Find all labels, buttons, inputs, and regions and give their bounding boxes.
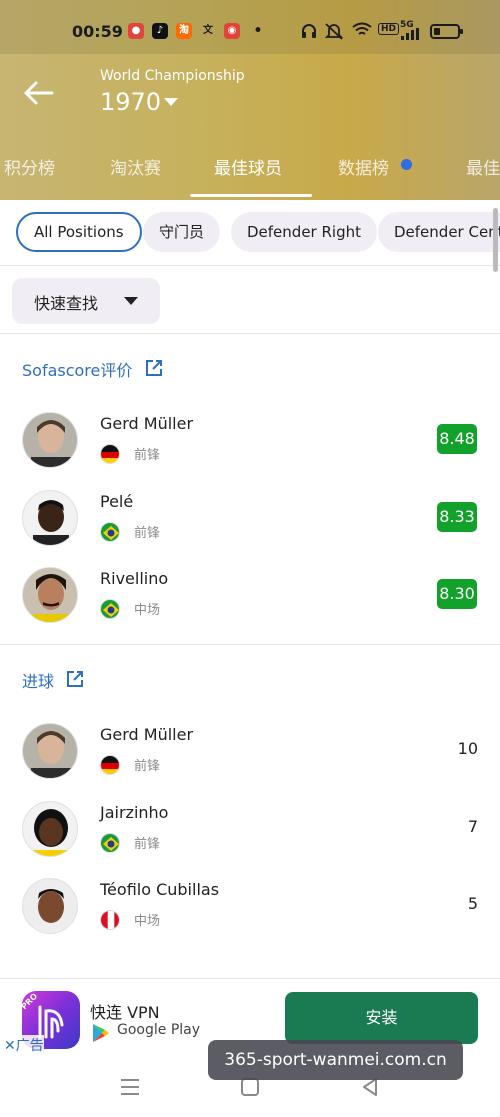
tab-knockout[interactable]: 淘汰赛 — [110, 154, 161, 179]
tab-standings[interactable]: 积分榜 — [4, 154, 55, 179]
taobao-icon: 淘 — [176, 23, 192, 39]
divider — [0, 333, 500, 334]
player-name: Pelé — [100, 492, 134, 511]
player-position: 前锋 — [134, 759, 161, 774]
player-row[interactable]: Téofilo Cubillas 中场 5 — [0, 878, 500, 956]
chip-defender-right[interactable]: Defender Right — [231, 212, 377, 252]
competition-name: World Championship — [100, 68, 245, 84]
headphones-icon — [302, 24, 316, 38]
wifi-icon — [352, 22, 372, 35]
tab-bar: 积分榜 淘汰赛 最佳球员 数据榜 最佳 — [0, 150, 500, 197]
player-position: 中场 — [134, 603, 161, 618]
back-arrow-icon[interactable] — [22, 78, 56, 108]
chip-defender-center[interactable]: Defender Center — [378, 212, 500, 252]
germany-flag-icon — [100, 755, 120, 775]
new-indicator-dot — [401, 159, 412, 170]
position-filter-bar: All Positions 守门员 Defender Right Defende… — [0, 200, 500, 266]
quick-find-label: 快速查找 — [34, 294, 99, 313]
player-name: Téofilo Cubillas — [100, 880, 220, 899]
player-avatar — [22, 567, 78, 623]
rating-badge: 8.48 — [437, 424, 477, 454]
player-avatar — [22, 490, 78, 546]
install-button[interactable]: 安装 — [285, 992, 478, 1044]
tab-stats[interactable]: 数据榜 — [338, 154, 389, 179]
mute-icon — [324, 23, 344, 40]
goal-count: 5 — [467, 894, 478, 913]
tab-best-team[interactable]: 最佳 — [466, 154, 500, 179]
peru-flag-icon — [100, 910, 120, 930]
player-position: 前锋 — [134, 526, 161, 541]
external-link-icon[interactable] — [145, 359, 163, 377]
player-position: 前锋 — [134, 448, 161, 463]
more-notifications-icon: • — [253, 23, 263, 39]
chevron-down-icon — [124, 297, 138, 305]
watermark: 365-sport-wanmei.com.cn — [208, 1040, 463, 1080]
player-row[interactable]: Pelé 前锋 8.33 — [0, 490, 500, 568]
rating-badge: 8.30 — [437, 579, 477, 609]
player-position: 中场 — [134, 914, 161, 929]
season-selector[interactable]: 1970 — [100, 88, 161, 116]
player-row[interactable]: Jairzinho 前锋 7 — [0, 801, 500, 879]
player-avatar — [22, 801, 78, 857]
germany-flag-icon — [100, 444, 120, 464]
brazil-flag-icon — [100, 599, 120, 619]
divider — [0, 644, 500, 645]
ad-label[interactable]: ✕广告 — [4, 1035, 44, 1055]
player-row[interactable]: Gerd Müller 前锋 10 — [0, 723, 500, 801]
brazil-flag-icon — [100, 522, 120, 542]
active-tab-indicator — [190, 194, 312, 197]
tiktok-icon: ♪ — [152, 23, 168, 39]
brazil-flag-icon — [100, 833, 120, 853]
chip-all-positions[interactable]: All Positions — [16, 212, 142, 252]
status-bar: 00:59 ● ♪ 淘 文 ◉ • HD 5G — [0, 0, 500, 54]
player-name: Gerd Müller — [100, 725, 194, 744]
tab-top-players[interactable]: 最佳球员 — [214, 154, 282, 179]
menu-icon[interactable] — [119, 1076, 141, 1098]
player-avatar — [22, 878, 78, 934]
close-icon[interactable]: ✕ — [4, 1038, 16, 1054]
section-title-goals[interactable]: 进球 — [22, 668, 54, 692]
notification-app-icon: ● — [128, 23, 144, 39]
scrollbar[interactable] — [493, 208, 498, 272]
player-position: 前锋 — [134, 837, 161, 852]
external-link-icon[interactable] — [66, 670, 84, 688]
quick-find-dropdown[interactable]: 快速查找 — [12, 278, 160, 324]
map-app-icon: ◉ — [224, 23, 240, 39]
player-avatar — [22, 723, 78, 779]
section-title-rating[interactable]: Sofascore评价 — [22, 357, 132, 381]
translate-icon: 文 — [203, 25, 213, 36]
status-time: 00:59 — [72, 22, 123, 41]
chevron-down-icon[interactable] — [164, 98, 178, 106]
player-row[interactable]: Gerd Müller 前锋 8.48 — [0, 412, 500, 490]
player-name: Rivellino — [100, 569, 169, 588]
player-name: Gerd Müller — [100, 414, 194, 433]
player-row[interactable]: Rivellino 中场 8.30 — [0, 567, 500, 645]
rating-badge: 8.33 — [437, 502, 477, 532]
player-avatar — [22, 412, 78, 468]
hd-badge: HD — [378, 23, 400, 35]
google-play-icon — [93, 1024, 109, 1042]
goal-count: 10 — [457, 739, 478, 758]
ad-app-title: 快连 VPN — [90, 1003, 160, 1022]
player-name: Jairzinho — [100, 803, 169, 822]
battery-icon — [430, 24, 463, 39]
signal-icon — [401, 28, 419, 40]
goal-count: 7 — [467, 817, 478, 836]
chip-goalkeeper[interactable]: 守门员 — [143, 212, 221, 252]
ad-store-name: Google Play — [117, 1022, 201, 1038]
app-header: 00:59 ● ♪ 淘 文 ◉ • HD 5G World Championsh… — [0, 0, 500, 200]
